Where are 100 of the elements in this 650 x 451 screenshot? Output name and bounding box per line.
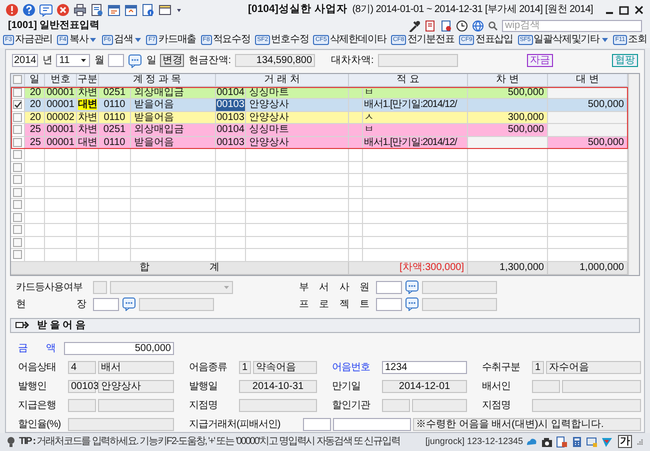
document-icon[interactable] xyxy=(90,2,104,17)
camera-icon[interactable] xyxy=(541,436,553,448)
chat-bubble-icon[interactable] xyxy=(405,297,419,312)
empty-field[interactable] xyxy=(239,398,317,412)
form-field[interactable]: 4 xyxy=(68,360,96,374)
code-field[interactable] xyxy=(376,298,402,311)
empty-field[interactable] xyxy=(532,398,641,412)
clock-icon[interactable] xyxy=(456,20,468,32)
alert-icon[interactable] xyxy=(5,2,19,17)
logo-mark-icon[interactable] xyxy=(601,436,613,448)
row-checkbox[interactable] xyxy=(13,75,22,84)
form-field[interactable]: ※수령한 어음을 배서(대변)시 입력합니다. xyxy=(413,418,641,431)
restore-icon[interactable] xyxy=(618,4,630,16)
input-mode-indicator[interactable]: 가 xyxy=(618,435,632,448)
row-checkbox[interactable] xyxy=(13,212,22,222)
amount-field[interactable]: 500,000 xyxy=(64,342,174,355)
row-checkbox[interactable] xyxy=(13,225,22,234)
empty-field[interactable] xyxy=(68,398,96,412)
column-header[interactable]: 계 정 과 목 xyxy=(99,74,216,87)
empty-field[interactable] xyxy=(303,418,331,431)
client-code-cell[interactable]: 00103 xyxy=(216,99,246,112)
help-icon[interactable] xyxy=(22,2,36,17)
day-field[interactable] xyxy=(108,54,124,68)
document-icon[interactable] xyxy=(440,20,452,32)
form-field[interactable]: 1234 xyxy=(382,360,467,374)
empty-field[interactable] xyxy=(412,398,467,412)
year-field[interactable]: 2014 xyxy=(12,54,38,68)
column-header[interactable]: 적 요 xyxy=(349,74,468,87)
table-cell xyxy=(216,236,246,250)
journal-row[interactable]: 25 00001 대변 0110 받을어음 00103 안양상사 배서1.[만기일:2014/12/ 500,000 xyxy=(11,136,628,150)
empty-field[interactable] xyxy=(382,398,410,412)
document-icon[interactable] xyxy=(424,20,436,32)
column-header[interactable]: 차 변 xyxy=(468,74,548,87)
table-cell xyxy=(349,199,363,212)
checkbox-field[interactable] xyxy=(93,280,107,294)
empty-field[interactable] xyxy=(562,380,641,393)
table-cell xyxy=(216,149,246,162)
journal-row[interactable]: 20 00001 대변 0110 받을어음 00103 안양상사 배서1.[만기일:2014/12/ 500,000 xyxy=(11,99,628,112)
row-checkbox[interactable] xyxy=(13,200,22,210)
column-header[interactable]: 대 변 xyxy=(548,74,628,87)
empty-field[interactable] xyxy=(333,418,411,431)
printer-icon[interactable] xyxy=(73,2,87,17)
chat-bubble-icon[interactable] xyxy=(122,297,136,312)
search-icon xyxy=(488,20,498,31)
calculator-icon[interactable] xyxy=(571,436,583,448)
month-dropdown[interactable]: 11 xyxy=(56,54,90,68)
form-field[interactable]: 안양상사 xyxy=(98,380,174,393)
empty-field[interactable] xyxy=(68,418,174,431)
column-header[interactable]: 거 래 처 xyxy=(216,74,349,87)
dropdown-field[interactable] xyxy=(110,280,233,294)
document-icon[interactable] xyxy=(556,436,568,448)
search-field[interactable]: wip검색 xyxy=(502,20,642,32)
form-field[interactable]: 00103 xyxy=(68,380,96,393)
form-field[interactable]: 2014-12-01 xyxy=(382,380,467,393)
lightbulb-icon xyxy=(6,436,16,448)
form-field[interactable]: 1 xyxy=(532,360,544,374)
row-checkbox[interactable] xyxy=(13,112,22,122)
form-field[interactable]: 자수어음 xyxy=(546,360,641,374)
calendar-icon[interactable] xyxy=(107,2,121,17)
column-header[interactable]: 구분 xyxy=(77,74,99,87)
monitor-icon[interactable] xyxy=(586,436,598,448)
row-checkbox[interactable] xyxy=(13,138,22,147)
tools-icon[interactable] xyxy=(408,20,420,32)
empty-field[interactable] xyxy=(98,398,174,412)
cash-label: 현금잔액: xyxy=(188,54,232,68)
row-checkbox[interactable] xyxy=(13,125,22,134)
change-button[interactable]: 변경 xyxy=(160,54,184,68)
chat-bubble-icon[interactable] xyxy=(405,280,419,294)
row-checkbox[interactable] xyxy=(13,175,22,184)
chat-icon[interactable] xyxy=(39,2,53,17)
scrollbar[interactable] xyxy=(628,74,639,275)
info-document-icon[interactable] xyxy=(141,2,155,17)
form-field[interactable]: 2014-10-31 xyxy=(239,380,317,393)
empty-field[interactable] xyxy=(532,380,560,393)
form-field[interactable]: 약속어음 xyxy=(253,360,317,374)
journal-row[interactable]: 20 00001 차변 0251 외상매입금 00104 싱싱마트 ㅂ 500,000 xyxy=(11,86,628,100)
caret-icon[interactable] xyxy=(80,57,88,64)
row-checkbox[interactable] xyxy=(13,250,22,260)
code-field[interactable] xyxy=(376,280,402,294)
form-field[interactable]: 1 xyxy=(239,360,251,374)
column-header[interactable]: 번호 xyxy=(45,74,77,87)
tag-button[interactable]: 자금 xyxy=(527,54,553,68)
table-cell xyxy=(77,212,99,224)
tip-text: TIP : 거래처코드를 입력하세요. 기능키F2-도움창, '+' 또는 '00000'치고 명입력시 자동검색 또 신규입력 xyxy=(19,435,400,450)
row-checkbox[interactable] xyxy=(13,188,22,197)
chat-bubble-icon[interactable] xyxy=(128,54,142,68)
row-checkbox[interactable] xyxy=(13,100,22,110)
row-checkbox[interactable] xyxy=(13,162,22,172)
form-field[interactable]: 배서 xyxy=(98,360,174,374)
calendar-icon[interactable] xyxy=(124,2,138,17)
column-header[interactable]: 일 xyxy=(25,74,45,87)
close-icon[interactable] xyxy=(633,4,645,16)
journal-row[interactable]: 25 00001 차변 0251 외상매입금 00104 싱싱마트 ㅂ 500,000 xyxy=(11,124,628,137)
row-checkbox[interactable] xyxy=(13,88,22,97)
type-cell[interactable]: 대변 xyxy=(78,99,97,110)
row-checkbox[interactable] xyxy=(13,150,22,160)
code-field[interactable] xyxy=(93,298,119,311)
row-checkbox[interactable] xyxy=(13,238,22,247)
journal-row[interactable]: 20 00002 차변 0110 받을어음 00103 안양상사 ㅅ 300,000 xyxy=(11,112,628,124)
globe-icon[interactable] xyxy=(472,20,484,32)
